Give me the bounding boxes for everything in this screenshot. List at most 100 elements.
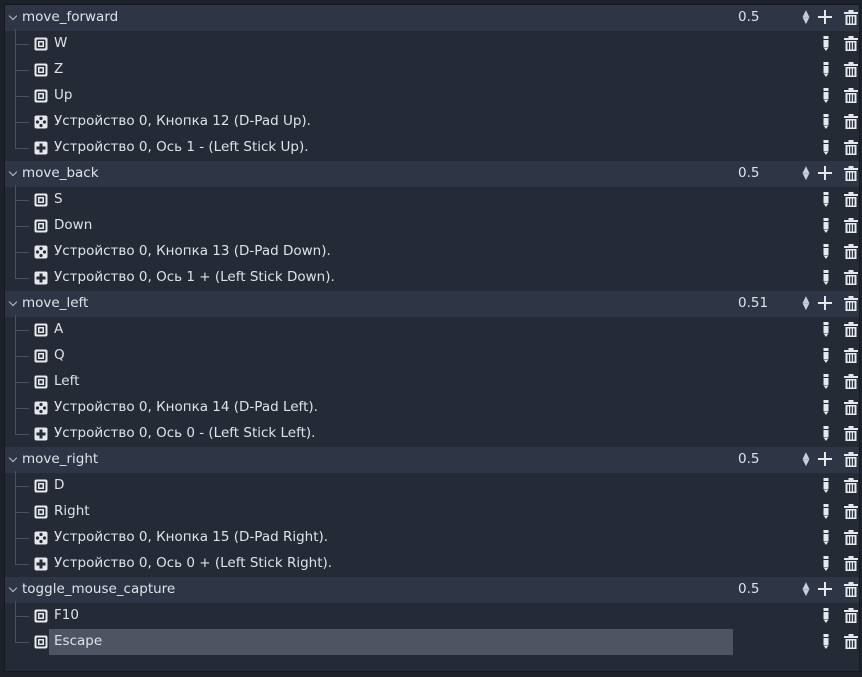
- event-label-area[interactable]: Up: [49, 83, 733, 109]
- event-label-area[interactable]: Left: [49, 369, 733, 395]
- event-label-area[interactable]: Устройство 0, Ось 1 - (Left Stick Up).: [49, 135, 733, 161]
- plus-icon[interactable]: [817, 581, 833, 597]
- event-row[interactable]: Устройство 0, Ось 0 + (Left Stick Right)…: [5, 549, 859, 577]
- trash-icon[interactable]: [843, 452, 859, 468]
- trash-icon[interactable]: [843, 218, 859, 234]
- trash-icon[interactable]: [843, 634, 859, 650]
- edit-icon[interactable]: [820, 321, 832, 338]
- trash-icon[interactable]: [843, 530, 859, 546]
- edit-icon[interactable]: [820, 399, 832, 416]
- trash-icon[interactable]: [843, 296, 859, 312]
- event-row[interactable]: W: [5, 29, 859, 57]
- trash-icon[interactable]: [843, 114, 859, 130]
- deadzone-spinner-icon[interactable]: ▲ ▼: [801, 10, 811, 26]
- action-row[interactable]: move_right 0.5 ▲ ▼: [5, 447, 859, 473]
- edit-icon[interactable]: [820, 217, 832, 234]
- edit-icon[interactable]: [820, 243, 832, 260]
- event-label-area[interactable]: Устройство 0, Ось 0 + (Left Stick Right)…: [49, 551, 733, 577]
- chevron-down-icon[interactable]: [8, 583, 18, 593]
- trash-icon[interactable]: [843, 400, 859, 416]
- event-row[interactable]: D: [5, 471, 859, 499]
- trash-icon[interactable]: [843, 10, 859, 26]
- event-row[interactable]: Устройство 0, Ось 0 - (Left Stick Left).: [5, 419, 859, 447]
- action-row[interactable]: move_forward 0.5 ▲ ▼: [5, 5, 859, 31]
- trash-icon[interactable]: [843, 88, 859, 104]
- event-row[interactable]: Устройство 0, Кнопка 12 (D-Pad Up).: [5, 107, 859, 135]
- edit-icon[interactable]: [820, 607, 832, 624]
- event-label-area[interactable]: Down: [49, 213, 733, 239]
- edit-icon[interactable]: [820, 477, 832, 494]
- chevron-down-icon[interactable]: [8, 167, 18, 177]
- chevron-down-icon[interactable]: [8, 453, 18, 463]
- deadzone-input[interactable]: 0.5: [738, 9, 759, 25]
- plus-icon[interactable]: [817, 295, 833, 311]
- deadzone-input[interactable]: 0.5: [738, 451, 759, 467]
- event-row[interactable]: S: [5, 185, 859, 213]
- action-row[interactable]: move_left 0.51 ▲ ▼: [5, 291, 859, 317]
- trash-icon[interactable]: [843, 244, 859, 260]
- event-row[interactable]: Escape: [5, 627, 859, 655]
- event-row[interactable]: Устройство 0, Кнопка 15 (D-Pad Right).: [5, 523, 859, 551]
- event-row[interactable]: Down: [5, 211, 859, 239]
- trash-icon[interactable]: [843, 140, 859, 156]
- event-row[interactable]: Устройство 0, Ось 1 + (Left Stick Down).: [5, 263, 859, 291]
- plus-icon[interactable]: [817, 165, 833, 181]
- deadzone-spinner-icon[interactable]: ▲ ▼: [801, 452, 811, 468]
- event-row[interactable]: F10: [5, 601, 859, 629]
- event-label-area[interactable]: Z: [49, 57, 733, 83]
- trash-icon[interactable]: [843, 556, 859, 572]
- event-label-area[interactable]: Устройство 0, Ось 1 + (Left Stick Down).: [49, 265, 733, 291]
- trash-icon[interactable]: [843, 426, 859, 442]
- edit-icon[interactable]: [820, 87, 832, 104]
- deadzone-input[interactable]: 0.51: [738, 295, 768, 311]
- event-label-area[interactable]: Устройство 0, Кнопка 12 (D-Pad Up).: [49, 109, 733, 135]
- plus-icon[interactable]: [817, 451, 833, 467]
- edit-icon[interactable]: [820, 61, 832, 78]
- trash-icon[interactable]: [843, 322, 859, 338]
- trash-icon[interactable]: [843, 270, 859, 286]
- event-label-area[interactable]: Right: [49, 499, 733, 525]
- event-row[interactable]: Устройство 0, Ось 1 - (Left Stick Up).: [5, 133, 859, 161]
- edit-icon[interactable]: [820, 113, 832, 130]
- trash-icon[interactable]: [843, 36, 859, 52]
- trash-icon[interactable]: [843, 166, 859, 182]
- event-label-area[interactable]: W: [49, 31, 733, 57]
- trash-icon[interactable]: [843, 62, 859, 78]
- event-row[interactable]: Right: [5, 497, 859, 525]
- trash-icon[interactable]: [843, 348, 859, 364]
- edit-icon[interactable]: [820, 139, 832, 156]
- edit-icon[interactable]: [820, 503, 832, 520]
- event-row[interactable]: Устройство 0, Кнопка 14 (D-Pad Left).: [5, 393, 859, 421]
- trash-icon[interactable]: [843, 478, 859, 494]
- event-row[interactable]: Устройство 0, Кнопка 13 (D-Pad Down).: [5, 237, 859, 265]
- deadzone-input[interactable]: 0.5: [738, 581, 759, 597]
- edit-icon[interactable]: [820, 529, 832, 546]
- event-label-area[interactable]: Устройство 0, Кнопка 14 (D-Pad Left).: [49, 395, 733, 421]
- edit-icon[interactable]: [820, 373, 832, 390]
- event-label-area[interactable]: Q: [49, 343, 733, 369]
- trash-icon[interactable]: [843, 192, 859, 208]
- event-row[interactable]: A: [5, 315, 859, 343]
- deadzone-spinner-icon[interactable]: ▲ ▼: [801, 296, 811, 312]
- edit-icon[interactable]: [820, 633, 832, 650]
- edit-icon[interactable]: [820, 35, 832, 52]
- action-row[interactable]: toggle_mouse_capture 0.5 ▲ ▼: [5, 577, 859, 603]
- event-label-area[interactable]: Устройство 0, Ось 0 - (Left Stick Left).: [49, 421, 733, 447]
- event-row[interactable]: Left: [5, 367, 859, 395]
- event-label-area[interactable]: Устройство 0, Кнопка 15 (D-Pad Right).: [49, 525, 733, 551]
- event-label-area[interactable]: S: [49, 187, 733, 213]
- edit-icon[interactable]: [820, 269, 832, 286]
- event-label-area[interactable]: F10: [49, 603, 733, 629]
- event-label-area[interactable]: Escape: [49, 629, 733, 655]
- event-row[interactable]: Z: [5, 55, 859, 83]
- chevron-down-icon[interactable]: [8, 11, 18, 21]
- edit-icon[interactable]: [820, 425, 832, 442]
- edit-icon[interactable]: [820, 191, 832, 208]
- deadzone-spinner-icon[interactable]: ▲ ▼: [801, 582, 811, 598]
- chevron-down-icon[interactable]: [8, 297, 18, 307]
- event-label-area[interactable]: A: [49, 317, 733, 343]
- event-row[interactable]: Up: [5, 81, 859, 109]
- event-label-area[interactable]: Устройство 0, Кнопка 13 (D-Pad Down).: [49, 239, 733, 265]
- action-row[interactable]: move_back 0.5 ▲ ▼: [5, 161, 859, 187]
- edit-icon[interactable]: [820, 555, 832, 572]
